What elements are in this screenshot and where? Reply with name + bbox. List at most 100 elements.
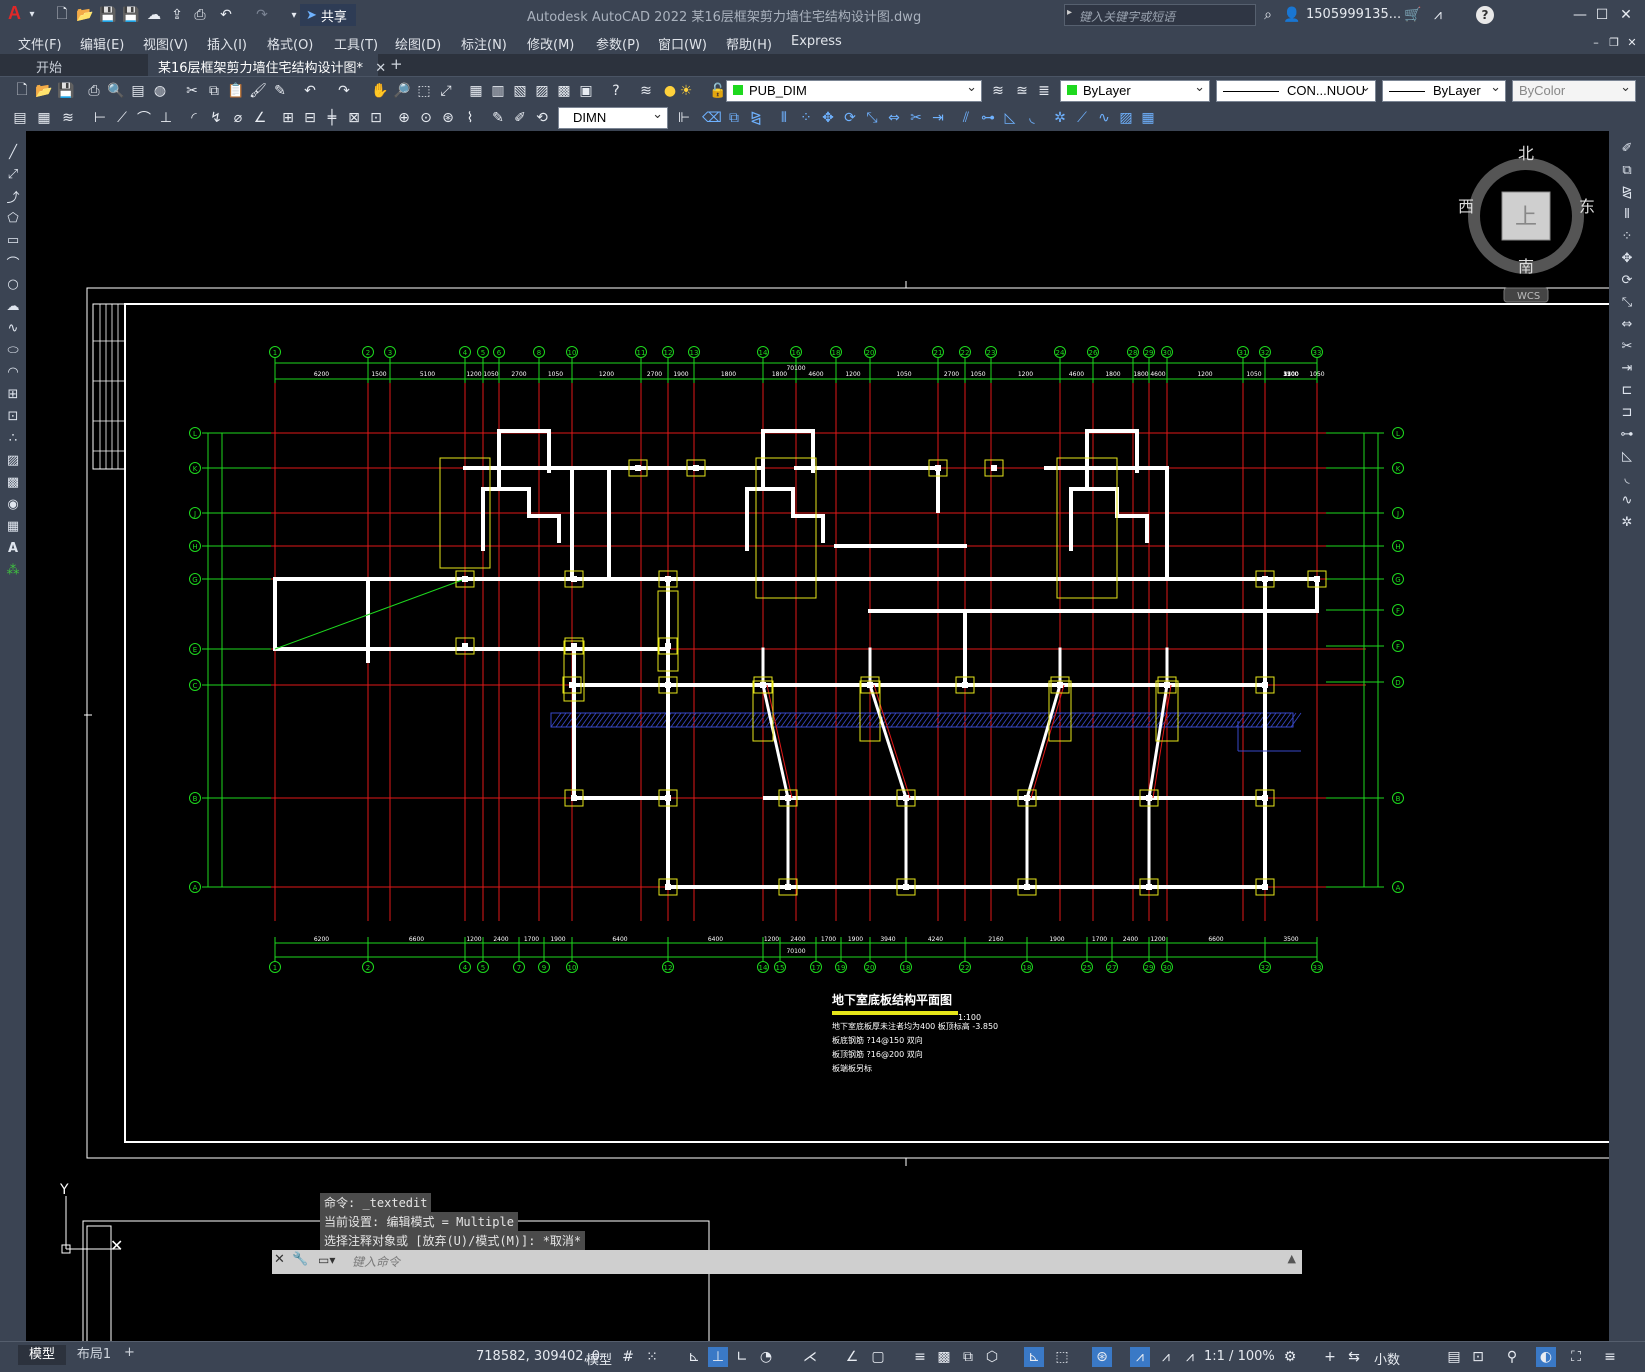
jogged-linear-icon[interactable]: ⌇ (460, 108, 480, 128)
detail-close-icon[interactable]: ✕ (110, 1236, 123, 1255)
doc-close-icon[interactable]: ✕ (1622, 32, 1642, 52)
share-button[interactable]: ➤ 共享 (300, 4, 356, 26)
ellipse-arc-icon[interactable]: ◠ (4, 363, 22, 381)
osnap-icon[interactable]: ▢ (868, 1347, 888, 1367)
selection-filter-icon[interactable]: ⬚ (1052, 1347, 1072, 1367)
grid-icon[interactable]: # (618, 1347, 638, 1367)
close-icon[interactable]: ✕ (1616, 5, 1636, 25)
ortho-icon[interactable]: ∟ (732, 1347, 752, 1367)
layer-iso-icon[interactable]: ≋ (58, 108, 78, 128)
save-icon[interactable]: 💾 (98, 5, 118, 25)
workspace-gear-icon[interactable]: ⚙ (1280, 1347, 1300, 1367)
annotation-visibility-icon[interactable]: ⩘ (1130, 1347, 1150, 1367)
erase-tool-icon[interactable]: ✐ (1618, 139, 1636, 157)
customization-icon[interactable]: ≡ (1600, 1347, 1620, 1367)
edit-spline-icon[interactable]: ∿ (1094, 108, 1114, 128)
offset-icon[interactable]: ⫴ (774, 108, 794, 128)
array-icon[interactable]: ⁘ (796, 108, 816, 128)
save-as-icon[interactable]: 💾 (121, 5, 141, 25)
cart-icon[interactable]: 🛒 (1403, 5, 1423, 25)
paste-icon[interactable]: 📋 (226, 81, 246, 101)
break-tool-icon[interactable]: ⊐ (1618, 403, 1636, 421)
gradient-icon[interactable]: ▩ (4, 473, 22, 491)
menu-modify[interactable]: 修改(M) (527, 34, 574, 53)
infer-icon[interactable]: ⊾ (684, 1347, 704, 1367)
copy-object-icon[interactable]: ⧉ (724, 108, 744, 128)
isodraft-icon[interactable]: ⋌ (800, 1347, 820, 1367)
dim-continue-icon[interactable]: ╪ (322, 108, 342, 128)
cut-icon[interactable]: ✂ (182, 81, 202, 101)
make-block-icon[interactable]: ⊡ (4, 407, 22, 425)
menu-format[interactable]: 格式(O) (267, 34, 313, 53)
add-selected-icon[interactable]: ⁂ (4, 561, 22, 579)
copy-tool-icon[interactable]: ⧉ (1618, 161, 1636, 179)
make-current-icon[interactable]: ≋ (988, 81, 1008, 101)
dim-style-manager-icon[interactable]: ⊩ (674, 108, 694, 128)
design-center-icon[interactable]: ▥ (488, 81, 508, 101)
color-dropdown[interactable]: ByLayer (1060, 79, 1210, 102)
layer-walk-icon[interactable]: ▦ (34, 108, 54, 128)
dim-baseline-icon[interactable]: ⊟ (300, 108, 320, 128)
doc-restore-icon[interactable]: ❐ (1604, 32, 1624, 52)
tab-drawing[interactable]: 某16层框架剪力墙住宅结构设计图* ✕ (148, 54, 386, 76)
app-logo[interactable]: A (8, 3, 21, 24)
lineweight-display-icon[interactable]: ≡ (910, 1347, 930, 1367)
viewcube-north[interactable]: 北 (1518, 144, 1534, 163)
help-button[interactable]: ? (1476, 6, 1494, 24)
cloud-icon[interactable]: ☁ (144, 5, 164, 25)
fillet-tool-icon[interactable]: ◟ (1618, 469, 1636, 487)
dim-radius-icon[interactable]: ◜ (184, 108, 204, 128)
hatch-icon[interactable]: ▨ (4, 451, 22, 469)
region-icon[interactable]: ◉ (4, 495, 22, 513)
rectangle-icon[interactable]: ▭ (4, 231, 22, 249)
dim-jogged-icon[interactable]: ↯ (206, 108, 226, 128)
model-space-toggle[interactable]: 模型 (586, 1349, 612, 1368)
qnew-icon[interactable]: 🗋 (12, 81, 32, 101)
menu-help[interactable]: 帮助(H) (726, 34, 772, 53)
trim-icon[interactable]: ✂ (906, 108, 926, 128)
dim-text-edit-icon[interactable]: ✐ (510, 108, 530, 128)
layer-previous-icon[interactable]: ≊ (1012, 81, 1032, 101)
command-customize-icon[interactable]: 🔧 (292, 1252, 308, 1267)
line-icon[interactable]: ╱ (4, 143, 22, 161)
dim-linear-icon[interactable]: ⊢ (90, 108, 110, 128)
explode-tool-icon[interactable]: ✲ (1618, 513, 1636, 531)
command-recent-icon[interactable]: ▭▾ (318, 1253, 335, 1267)
dynamic-input-icon[interactable]: ⊥ (708, 1347, 728, 1367)
chamfer-icon[interactable]: ◺ (1000, 108, 1020, 128)
units-icon[interactable]: ⇆ (1344, 1347, 1364, 1367)
layer-state-icon[interactable]: ≣ (1034, 81, 1054, 101)
plot-icon[interactable]: ⎙ (84, 81, 104, 101)
mirror-icon[interactable]: ⧎ (746, 108, 766, 128)
lineweight-dropdown[interactable]: ByLayer (1382, 79, 1506, 102)
help-icon[interactable]: ? (606, 81, 626, 101)
break-icon[interactable]: ⫽ (956, 108, 976, 128)
extend-tool-icon[interactable]: ⇥ (1618, 359, 1636, 377)
add-layout-icon[interactable]: + (124, 1345, 135, 1360)
ellipse-icon[interactable]: ⬭ (4, 341, 22, 359)
user-name[interactable]: 1505999135... (1306, 7, 1401, 22)
undo-icon[interactable]: ↶ (216, 5, 236, 25)
erase-icon[interactable]: ⌫ (702, 108, 722, 128)
annotation-scale-value[interactable]: 1:1 / 100% (1204, 1349, 1275, 1364)
command-input[interactable]: 键入命令 (352, 1253, 400, 1270)
polar-icon[interactable]: ◔ (756, 1347, 776, 1367)
drawing-canvas[interactable]: 上 北 南 东 西 WCS Y 1 2 3 4 5 6 8 10 11 12 13 14 16 18 20 2… (26, 131, 1609, 1341)
menu-edit[interactable]: 编辑(E) (80, 34, 124, 53)
plot-icon[interactable]: ⎙ (190, 5, 210, 25)
a360-icon[interactable]: ⩘ (1428, 5, 1448, 25)
join-icon[interactable]: ⊶ (978, 108, 998, 128)
fillet-icon[interactable]: ◟ (1022, 108, 1042, 128)
layer-lock-icon[interactable]: 🔓 (708, 81, 728, 101)
tab-model[interactable]: 模型 (18, 1345, 66, 1365)
polyline-icon[interactable]: ⤴ (4, 187, 22, 206)
viewcube[interactable]: 上 北 南 东 西 WCS (1458, 144, 1595, 303)
spline-icon[interactable]: ∿ (4, 319, 22, 337)
calculator-icon[interactable]: ▣ (576, 81, 596, 101)
edit-hatch-icon[interactable]: ▨ (1116, 108, 1136, 128)
chamfer-tool-icon[interactable]: ◺ (1618, 447, 1636, 465)
dim-space-icon[interactable]: ⊠ (344, 108, 364, 128)
explode-icon[interactable]: ✲ (1050, 108, 1070, 128)
tool-palettes-icon[interactable]: ▧ (510, 81, 530, 101)
markup-icon[interactable]: ▩ (554, 81, 574, 101)
